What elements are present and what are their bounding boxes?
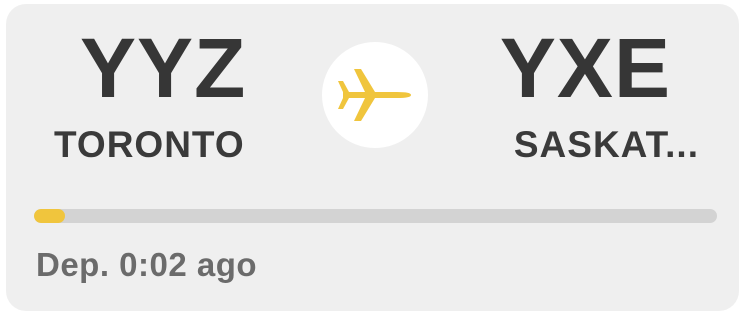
origin-airport-code: YYZ [80, 21, 247, 115]
plane-badge [322, 42, 428, 148]
destination-city: SASKAT... [513, 124, 699, 165]
airplane-icon [338, 69, 411, 121]
departure-status: Dep. 0:02 ago [36, 246, 258, 283]
flight-card[interactable]: YYZ TORONTO YXE SASKAT... Dep. 0:02 ago [6, 4, 739, 311]
destination-airport-code: YXE [499, 21, 671, 115]
origin-city: TORONTO [54, 124, 245, 165]
flight-progress-bar [34, 209, 717, 223]
flight-progress-fill [34, 209, 65, 223]
